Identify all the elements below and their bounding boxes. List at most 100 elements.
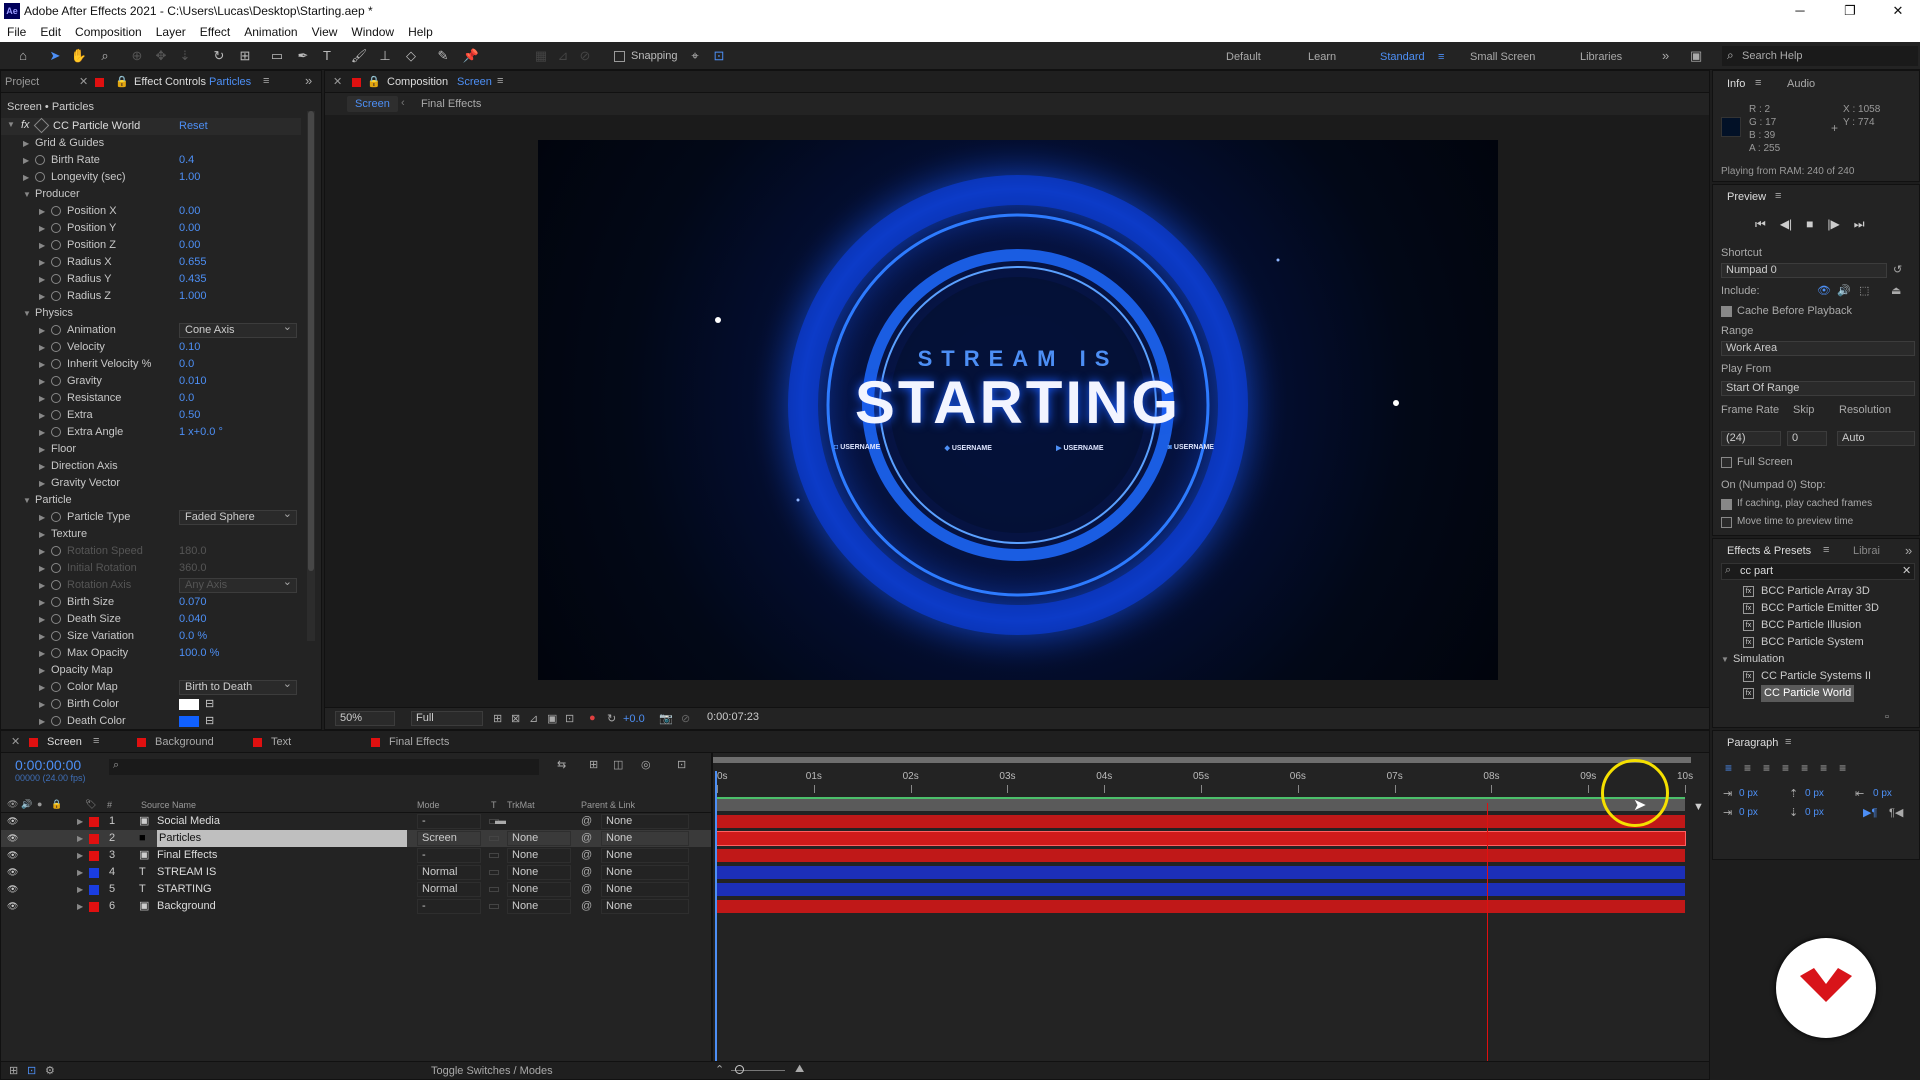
effects-list-item[interactable]: fx BCC Particle System	[1713, 634, 1913, 651]
close-window-button[interactable]: ✕	[1878, 2, 1918, 20]
clear-search-icon[interactable]: ✕	[1902, 564, 1911, 577]
lock-icon[interactable]: 🔒	[367, 75, 381, 88]
collapsed-triangle-icon[interactable]: ▶	[39, 203, 45, 220]
stopwatch-icon[interactable]	[51, 614, 61, 624]
composition-mini-flowchart-icon[interactable]: ⇆	[557, 758, 566, 771]
source-name-header[interactable]: Source Name	[141, 800, 196, 810]
menu-edit[interactable]: Edit	[33, 22, 68, 42]
effect-property-value[interactable]: 0.00	[179, 220, 200, 237]
effect-property-row[interactable]: ▶ Texture	[1, 526, 301, 543]
stop-icon[interactable]: ■	[1806, 217, 1813, 232]
scrollbar[interactable]	[307, 111, 315, 641]
puppet-pin-tool-icon[interactable]: 📌	[462, 47, 480, 65]
workspace-menu-icon[interactable]: ≡	[1438, 51, 1444, 63]
effect-property-row[interactable]: ▶ Birth Size 0.070	[1, 594, 301, 611]
last-frame-icon[interactable]: ⏭	[1854, 217, 1865, 232]
collapsed-triangle-icon[interactable]: ▶	[39, 407, 45, 424]
stopwatch-icon[interactable]	[51, 206, 61, 216]
effect-property-value[interactable]: 180.0	[179, 543, 207, 560]
color-swatch[interactable]	[179, 699, 199, 710]
expanded-triangle-icon[interactable]: ▼	[23, 492, 31, 509]
collapsed-triangle-icon[interactable]: ▶	[39, 356, 45, 373]
effects-list-item[interactable]: fx CC Particle World	[1713, 685, 1913, 702]
layer-duration-bar[interactable]	[717, 883, 1685, 896]
include-audio-icon[interactable]: 🔊	[1837, 284, 1851, 297]
pen-tool-icon[interactable]: ✒	[294, 47, 312, 65]
move-time-checkbox[interactable]	[1721, 517, 1732, 528]
panel-menu-icon[interactable]: ≡	[1785, 736, 1791, 748]
workspace-overflow-icon[interactable]: »	[1662, 48, 1669, 63]
next-frame-icon[interactable]: |▶	[1827, 217, 1839, 232]
workspace-default[interactable]: Default	[1226, 51, 1261, 63]
collapsed-triangle-icon[interactable]: ▶	[39, 475, 45, 492]
in-out-stretch-icon[interactable]: ⚙	[45, 1064, 55, 1077]
panel-expand-icon[interactable]: »	[305, 73, 312, 88]
if-caching-checkbox[interactable]	[1721, 499, 1732, 510]
tab-composition[interactable]: Composition	[387, 76, 448, 88]
stopwatch-icon[interactable]	[51, 512, 61, 522]
effect-property-value[interactable]: 0.435	[179, 271, 207, 288]
close-tab-icon[interactable]: ✕	[11, 735, 20, 748]
include-overlays-icon[interactable]: ⬚	[1859, 284, 1869, 297]
snap-features-icon[interactable]: ⊡	[710, 47, 728, 65]
layer-duration-bar[interactable]	[717, 815, 1685, 828]
collapsed-triangle-icon[interactable]: ▶	[39, 441, 45, 458]
stopwatch-icon[interactable]	[51, 631, 61, 641]
clone-stamp-tool-icon[interactable]: ⊥	[376, 47, 394, 65]
panel-menu-icon[interactable]: ≡	[1755, 77, 1761, 89]
stopwatch-icon[interactable]	[51, 648, 61, 658]
layer-duration-bar[interactable]	[717, 866, 1685, 879]
playhead[interactable]	[715, 771, 717, 1075]
panel-menu-icon[interactable]: ≡	[1823, 544, 1829, 556]
time-ruler[interactable]: 0s 01s 02s 03s 04s 05s 06s 07s 08s 09s 10s	[713, 765, 1693, 795]
stopwatch-icon[interactable]	[51, 325, 61, 335]
space-after-value[interactable]: 0 px	[1805, 807, 1824, 818]
collapsed-triangle-icon[interactable]: ▶	[23, 135, 29, 152]
video-switch-icon[interactable]: 👁	[7, 799, 18, 810]
lock-icon[interactable]: 🔒	[115, 75, 129, 88]
type-tool-icon[interactable]: T	[318, 47, 336, 65]
panel-menu-icon[interactable]: ≡	[263, 75, 269, 87]
maximize-button[interactable]: ❐	[1830, 2, 1870, 20]
effect-property-row[interactable]: ▶ Color Map Birth to Death	[1, 678, 301, 696]
justify-left-icon[interactable]: ≡	[1782, 761, 1789, 775]
effect-property-value[interactable]: 0.00	[179, 237, 200, 254]
effect-property-row[interactable]: ▶ Animation Cone Axis	[1, 321, 301, 339]
menu-layer[interactable]: Layer	[149, 22, 193, 42]
transparency-grid-icon[interactable]: ⊠	[511, 712, 520, 725]
resolution-preview-dropdown[interactable]: Auto	[1837, 431, 1915, 446]
effect-property-row[interactable]: ▶ Inherit Velocity % 0.0	[1, 356, 301, 373]
world-axis-icon[interactable]: ⊿	[554, 47, 572, 65]
justify-center-icon[interactable]: ≡	[1801, 761, 1808, 775]
effect-property-row[interactable]: ▶ Position X 0.00	[1, 203, 301, 220]
region-of-interest-icon[interactable]: ▣	[547, 712, 557, 725]
effect-property-row[interactable]: ▶ Initial Rotation 360.0	[1, 560, 301, 577]
current-time[interactable]: 0:00:00:00	[15, 757, 81, 773]
close-tab-icon[interactable]: ✕	[333, 75, 342, 88]
draft-3d-icon[interactable]: ⊞	[589, 758, 598, 771]
toggle-switches-modes[interactable]: Toggle Switches / Modes	[431, 1065, 553, 1077]
hide-shy-layers-icon[interactable]: ◫	[613, 758, 623, 771]
resolution-dropdown[interactable]: Full	[411, 711, 483, 726]
reset-button[interactable]: Reset	[179, 120, 208, 132]
workspace-small-screen[interactable]: Small Screen	[1470, 51, 1535, 63]
include-video-icon[interactable]: 👁	[1817, 284, 1831, 297]
effect-property-value[interactable]: 0.655	[179, 254, 207, 271]
rtl-direction-icon[interactable]: ¶◀	[1889, 806, 1903, 819]
effects-list-item[interactable]: fx BCC Particle Illusion	[1713, 617, 1913, 634]
effect-property-value[interactable]: 0.040	[179, 611, 207, 628]
selection-tool-icon[interactable]: ➤	[46, 47, 64, 65]
align-right-icon[interactable]: ≡	[1763, 761, 1770, 775]
collapsed-triangle-icon[interactable]: ▶	[39, 543, 45, 560]
effect-property-row[interactable]: ▶ Resistance 0.0	[1, 390, 301, 407]
effect-property-value[interactable]: 0.50	[179, 407, 200, 424]
collapsed-triangle-icon[interactable]: ▶	[39, 662, 45, 679]
align-center-icon[interactable]: ≡	[1744, 761, 1751, 775]
collapsed-triangle-icon[interactable]: ▶	[39, 628, 45, 645]
tab-info[interactable]: Info	[1727, 78, 1745, 90]
rotation-tool-icon[interactable]: ↻	[210, 47, 228, 65]
effect-property-row[interactable]: ▶ Gravity Vector	[1, 475, 301, 492]
effect-property-row[interactable]: ▶ Position Y 0.00	[1, 220, 301, 237]
zoom-in-icon[interactable]: ⛰	[795, 1063, 804, 1076]
workspace-learn[interactable]: Learn	[1308, 51, 1336, 63]
